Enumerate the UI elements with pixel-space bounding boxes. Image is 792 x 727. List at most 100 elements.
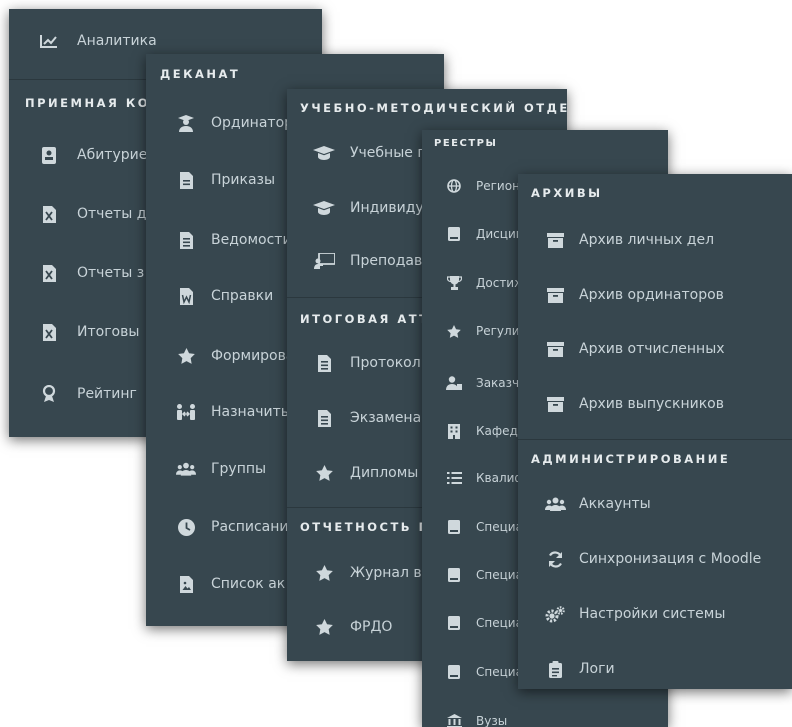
menu-item-orders[interactable]: Приказы <box>176 168 275 192</box>
star-icon <box>446 324 462 338</box>
menu-item-logs[interactable]: Логи <box>544 657 615 681</box>
section-title-registries: РЕЕСТРЫ <box>434 138 498 149</box>
users-icon <box>176 462 196 476</box>
menu-item-label: Рейтинг <box>77 386 137 402</box>
gears-icon <box>544 605 566 623</box>
menu-item-label: Аккаунты <box>579 496 651 512</box>
menu-item-rating[interactable]: Рейтинг <box>39 382 137 406</box>
section-title-administration: АДМИНИСТРИРОВАНИЕ <box>531 452 731 466</box>
star-icon <box>176 348 196 364</box>
menu-item-label: Справки <box>211 288 274 304</box>
menu-item-label: Дипломы <box>350 465 419 481</box>
menu-item-label: Протокол <box>350 355 421 371</box>
section-title-deans-office: ДЕКАНАТ <box>160 67 241 81</box>
star-icon <box>313 619 335 635</box>
file-lines-icon <box>176 231 196 249</box>
star-icon <box>313 565 335 581</box>
menu-item-archive-graduates[interactable]: Архив выпускников <box>544 392 724 416</box>
menu-item-label: Настройки системы <box>579 606 726 622</box>
section-title-methodology: УЧЕБНО-МЕТОДИЧЕСКИЙ ОТДЕЛ <box>300 101 567 115</box>
graduation-cap-icon <box>313 201 335 215</box>
menu-item-list[interactable]: Список ак <box>176 572 285 596</box>
menu-item-schedule[interactable]: Расписание <box>176 515 297 539</box>
menu-item-final[interactable]: Итоговы <box>39 320 139 344</box>
file-icon <box>176 171 196 189</box>
file-lines-icon <box>313 409 335 427</box>
menu-item-label: Логи <box>579 661 615 677</box>
menu-item-archive-residents[interactable]: Архив ординаторов <box>544 283 724 307</box>
excel-file-icon <box>39 264 59 282</box>
book-icon <box>446 568 462 582</box>
user-tie-icon <box>446 376 462 390</box>
menu-item-protocol[interactable]: Протокол <box>313 351 421 375</box>
menu-item-moodle-sync[interactable]: Синхронизация с Moodle <box>544 547 761 571</box>
menu-item-diplomas[interactable]: Дипломы <box>313 461 418 485</box>
menu-item-label: Ведомости <box>211 232 292 248</box>
star-icon <box>313 465 335 481</box>
menu-item-analytics[interactable]: Аналитика <box>39 29 157 53</box>
sync-icon <box>544 550 566 568</box>
book-icon <box>446 665 462 679</box>
people-arrows-icon <box>176 404 196 420</box>
file-lines-icon <box>313 354 335 372</box>
menu-item-residents[interactable]: Ординаторы <box>176 111 304 135</box>
id-card-icon <box>39 146 59 164</box>
section-title-archives: АРХИВЫ <box>531 186 603 200</box>
menu-item-label: Назначить <box>211 404 290 420</box>
menu-item-statements[interactable]: Ведомости <box>176 228 292 252</box>
menu-item-label: Группы <box>211 461 267 477</box>
menu-item-journal[interactable]: Журнал вы <box>313 561 433 585</box>
graduate-user-icon <box>176 114 196 132</box>
graduation-cap-icon <box>313 146 335 160</box>
file-image-icon <box>176 575 196 593</box>
menu-item-label: Архив отчисленных <box>579 341 725 357</box>
globe-icon <box>446 179 462 193</box>
menu-item-archive-expelled[interactable]: Архив отчисленных <box>544 337 725 361</box>
menu-item-label: Архив выпускников <box>579 396 724 412</box>
building-icon <box>446 423 462 439</box>
menu-item-certificates[interactable]: Справки <box>176 284 273 308</box>
trophy-icon <box>446 276 462 290</box>
menu-item-reports-2[interactable]: Отчеты з <box>39 261 144 285</box>
menu-item-label: Аналитика <box>77 33 157 49</box>
menu-item-label: Приказы <box>211 172 276 188</box>
divider <box>518 439 792 440</box>
menu-item-universities[interactable]: Вузы <box>446 710 507 727</box>
menu-item-label: Синхронизация с Moodle <box>579 551 762 567</box>
archive-icon <box>544 341 566 357</box>
menu-item-archive-personal[interactable]: Архив личных дел <box>544 228 714 252</box>
book-icon <box>446 520 462 534</box>
chart-line-icon <box>39 34 59 48</box>
chalkboard-teacher-icon <box>313 253 335 269</box>
menu-item-label: Архив личных дел <box>579 232 715 248</box>
menu-item-assign[interactable]: Назначить <box>176 400 289 424</box>
book-icon <box>446 616 462 630</box>
menu-item-system-settings[interactable]: Настройки системы <box>544 602 725 626</box>
menu-item-label: Список ак <box>211 576 286 592</box>
section-title-reporting: ОТЧЕТНОСТЬ П <box>300 520 431 534</box>
excel-file-icon <box>39 205 59 223</box>
menu-item-label: Расписание <box>211 519 298 535</box>
users-icon <box>544 497 566 511</box>
menu-item-label: Итоговы <box>77 324 140 340</box>
menu-item-label: Вузы <box>476 714 508 727</box>
menu-item-groups[interactable]: Группы <box>176 457 266 481</box>
clock-icon <box>176 518 196 536</box>
menu-item-label: ФРДО <box>350 619 393 635</box>
university-icon <box>446 714 462 727</box>
archive-icon <box>544 396 566 412</box>
menu-item-label: Журнал вы <box>350 565 433 581</box>
list-icon <box>446 472 462 484</box>
excel-file-icon <box>39 323 59 341</box>
archive-icon <box>544 232 566 248</box>
clipboard-list-icon <box>544 660 566 678</box>
menu-item-frdo[interactable]: ФРДО <box>313 615 392 639</box>
archive-icon <box>544 287 566 303</box>
award-icon <box>39 385 59 403</box>
word-file-icon <box>176 287 196 305</box>
menu-item-regions[interactable]: Регионы <box>446 175 529 197</box>
menu-item-label: Архив ординаторов <box>579 287 724 303</box>
menu-panel-archives-admin: АРХИВЫ Архив личных дел Архив ординаторо… <box>518 174 792 689</box>
menu-item-accounts[interactable]: Аккаунты <box>544 492 651 516</box>
menu-item-label: Отчеты з <box>77 265 145 281</box>
